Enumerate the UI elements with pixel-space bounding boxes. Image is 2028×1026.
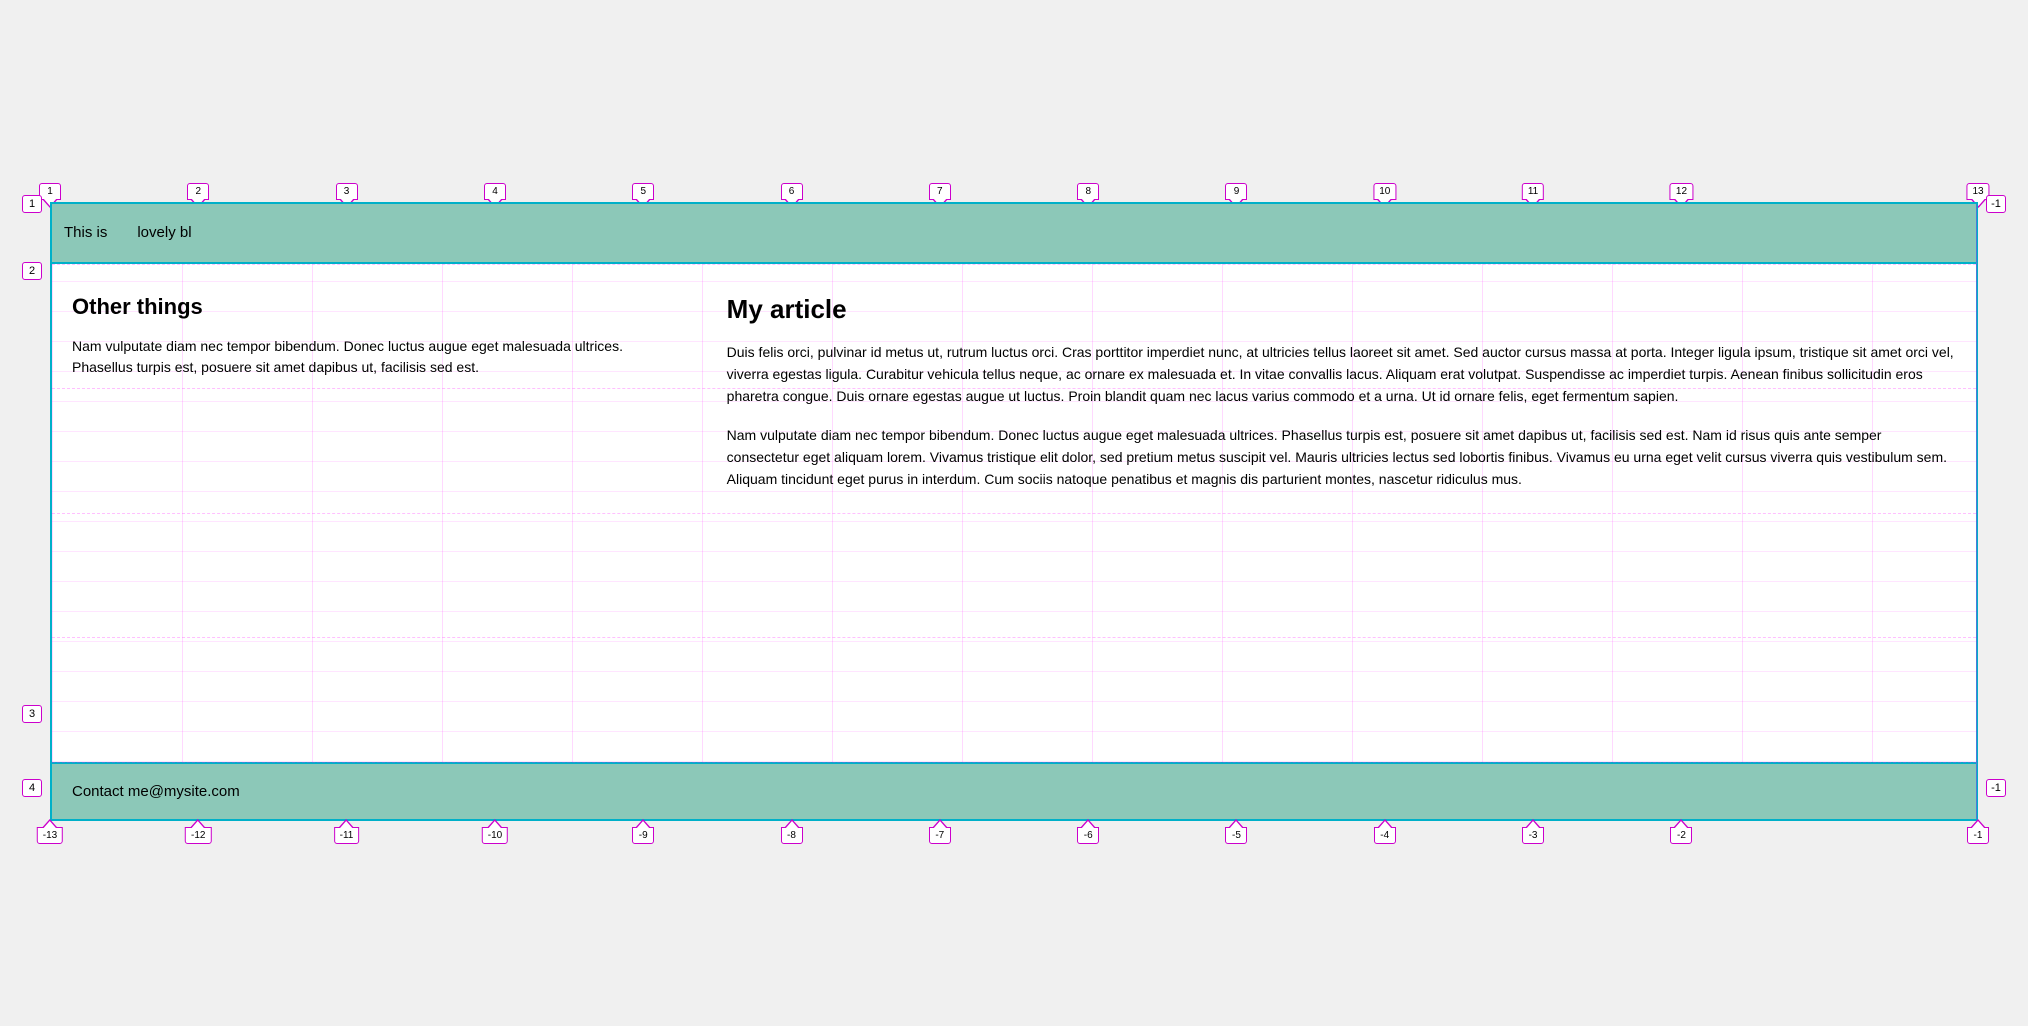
grid-horizontal-line bbox=[52, 513, 1976, 514]
grid-horizontal-line bbox=[52, 762, 1976, 763]
page-wrapper: 12345678910111213 1234 -1-1 This is love… bbox=[50, 166, 1978, 861]
top-column-labels: 12345678910111213 bbox=[50, 166, 1978, 202]
footer-text: Contact me@mysite.com bbox=[72, 783, 240, 800]
main-column: My article Duis felis orci, pulvinar id … bbox=[727, 294, 1956, 507]
row-label-left: 3 bbox=[22, 705, 42, 723]
content-area: Other things Nam vulputate diam nec temp… bbox=[52, 264, 1976, 764]
grid-vertical-line bbox=[1976, 204, 1977, 819]
footer-bar: Contact me@mysite.com bbox=[52, 764, 1976, 819]
bottom-col-badge: -5 bbox=[1225, 827, 1247, 844]
bottom-col-badge: -6 bbox=[1077, 827, 1099, 844]
bottom-col-badge: -1 bbox=[1967, 827, 1989, 844]
top-col-badge: 1 bbox=[39, 183, 61, 200]
header-text-2: lovely bl bbox=[137, 224, 191, 241]
top-col-badge: 12 bbox=[1670, 183, 1693, 200]
sidebar-body: Nam vulputate diam nec tempor bibendum. … bbox=[72, 336, 687, 378]
grid-horizontal-line bbox=[52, 637, 1976, 638]
bottom-col-badge: -2 bbox=[1670, 827, 1692, 844]
header-text-1: This is bbox=[64, 224, 107, 241]
article-heading: My article bbox=[727, 294, 1956, 325]
bottom-col-badge: -3 bbox=[1522, 827, 1544, 844]
bottom-col-badge: -13 bbox=[37, 827, 63, 844]
page-layout: 1234 -1-1 This is lovely bl Other things… bbox=[50, 202, 1978, 821]
top-col-badge: 3 bbox=[336, 183, 358, 200]
row-label-left: 2 bbox=[22, 262, 42, 280]
sidebar-column: Other things Nam vulputate diam nec temp… bbox=[72, 294, 687, 507]
article-para2: Nam vulputate diam nec tempor bibendum. … bbox=[727, 424, 1956, 491]
content-columns: Other things Nam vulputate diam nec temp… bbox=[72, 294, 1956, 507]
top-col-badge: 2 bbox=[187, 183, 209, 200]
header-bar: This is lovely bl bbox=[52, 204, 1976, 264]
bottom-col-badge: -10 bbox=[482, 827, 508, 844]
top-col-badge: 5 bbox=[632, 183, 654, 200]
row-label-right: -1 bbox=[1986, 779, 2006, 797]
bottom-col-badge: -9 bbox=[632, 827, 654, 844]
bottom-col-badge: -4 bbox=[1374, 827, 1396, 844]
bottom-col-badge: -8 bbox=[781, 827, 803, 844]
bottom-col-badge: -11 bbox=[334, 827, 360, 844]
sidebar-heading: Other things bbox=[72, 294, 687, 320]
bottom-col-badge: -12 bbox=[185, 827, 211, 844]
row-label-left: 4 bbox=[22, 779, 42, 797]
top-col-badge: 8 bbox=[1077, 183, 1099, 200]
grid-horizontal-line bbox=[52, 264, 1976, 265]
top-col-badge: 9 bbox=[1225, 183, 1247, 200]
top-col-badge: 7 bbox=[929, 183, 951, 200]
top-col-badge: 10 bbox=[1373, 183, 1396, 200]
bottom-column-labels: -13-12-11-10-9-8-7-6-5-4-3-2-1 bbox=[50, 825, 1978, 861]
top-col-badge: 6 bbox=[781, 183, 803, 200]
top-col-badge: 4 bbox=[484, 183, 506, 200]
row-label-left: 1 bbox=[22, 195, 42, 213]
top-col-badge: 11 bbox=[1522, 183, 1544, 200]
row-label-right: -1 bbox=[1986, 195, 2006, 213]
article-para1: Duis felis orci, pulvinar id metus ut, r… bbox=[727, 341, 1956, 408]
bottom-col-badge: -7 bbox=[929, 827, 951, 844]
